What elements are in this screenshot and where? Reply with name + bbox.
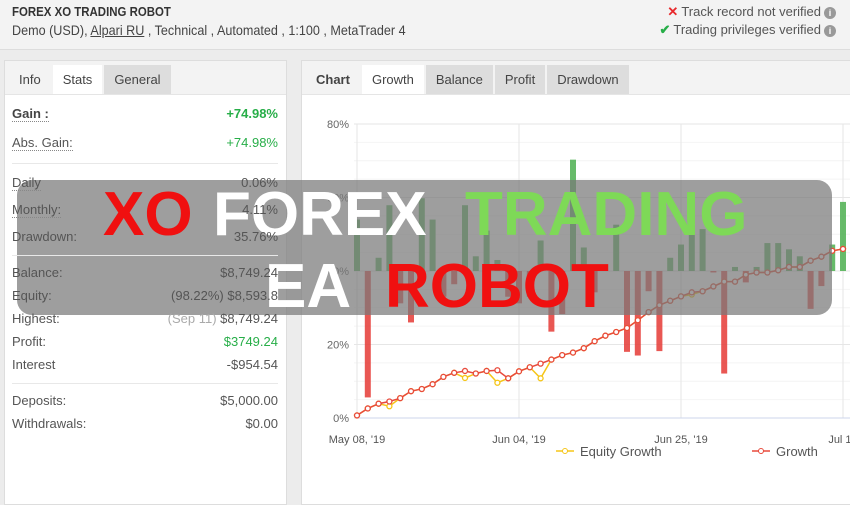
divider <box>12 163 278 164</box>
profit-value: $3749.24 <box>223 334 278 349</box>
stat-highest: Highest: (Sep 11) $8,749.24 <box>12 311 278 326</box>
drawdown-value: 35.76% <box>233 229 278 244</box>
track-record-text: Track record not verified <box>681 4 821 19</box>
account-type: Demo (USD), <box>12 22 91 38</box>
monthly-label[interactable]: Monthly: <box>12 202 62 218</box>
drawdown-label: Drawdown: <box>12 229 78 244</box>
stat-drawdown: Drawdown: 35.76% <box>12 229 278 244</box>
stat-deposits: Deposits: $5,000.00 <box>12 393 278 408</box>
abs-gain-value: +74.98% <box>226 135 278 150</box>
tab-profit[interactable]: Profit <box>494 65 546 94</box>
check-icon: ✔ <box>659 22 671 37</box>
gain-label[interactable]: Gain : <box>12 106 49 122</box>
banner-word-robot: ROBOT <box>385 252 609 321</box>
cross-icon: ✕ <box>667 4 679 19</box>
balance-value: $8,749.24 <box>220 265 278 280</box>
abs-gain-label[interactable]: Abs. Gain: <box>12 135 73 151</box>
tab-stats[interactable]: Stats <box>52 65 103 94</box>
stat-withdrawals: Withdrawals: $0.00 <box>12 416 278 431</box>
info-icon[interactable]: i <box>824 25 836 37</box>
highest-date: (Sep 11) <box>167 311 217 326</box>
profit-label: Profit: <box>12 334 46 349</box>
account-header: FOREX XO TRADING ROBOT Demo (USD), Alpar… <box>0 0 850 50</box>
stats-tabs: Info Stats General <box>5 61 286 95</box>
interest-value: -$954.54 <box>226 357 278 372</box>
banner-word-trading: TRADING <box>465 180 748 249</box>
tab-info[interactable]: Info <box>9 65 51 94</box>
tab-balance[interactable]: Balance <box>425 65 493 94</box>
stat-abs-gain: Abs. Gain: +74.98% <box>12 135 278 151</box>
trading-privileges-status: ✔ Trading privileges verified i <box>659 22 836 38</box>
daily-label[interactable]: Daily <box>12 175 41 191</box>
balance-label: Balance: <box>12 265 63 280</box>
account-subtitle: Demo (USD), Alpari RU , Technical , Auto… <box>12 22 406 38</box>
equity-value: $8,593.8 <box>227 288 278 303</box>
highest-value: $8,749.24 <box>220 311 278 326</box>
tab-general[interactable]: General <box>104 65 171 94</box>
stat-balance: Balance: $8,749.24 <box>12 265 278 280</box>
equity-percent: (98.22%) <box>171 288 224 303</box>
stat-profit: Profit: $3749.24 <box>12 334 278 349</box>
divider <box>12 255 278 256</box>
trading-privileges-text: Trading privileges verified <box>673 22 821 37</box>
tab-growth[interactable]: Growth <box>361 65 424 94</box>
track-record-status: ✕ Track record not verified i <box>667 4 836 20</box>
deposits-label: Deposits: <box>12 393 67 408</box>
stat-interest: Interest -$954.54 <box>12 357 278 372</box>
stat-equity: Equity: (98.22%) $8,593.8 <box>12 288 278 303</box>
stat-daily: Daily 0.06% <box>12 175 278 191</box>
stat-monthly: Monthly: 4.11% <box>12 202 278 218</box>
divider <box>12 383 278 384</box>
stat-gain: Gain : +74.98% <box>12 106 278 122</box>
account-details: , Technical , Automated , 1:100 , MetaTr… <box>144 22 406 38</box>
tab-chart[interactable]: Chart <box>306 65 360 94</box>
gain-value: +74.98% <box>226 106 278 121</box>
broker-link[interactable]: Alpari RU <box>90 22 144 38</box>
monthly-value: 4.11% <box>242 202 278 217</box>
withdrawals-value: $0.00 <box>245 416 278 431</box>
equity-label: Equity: <box>12 288 52 303</box>
page-title: FOREX XO TRADING ROBOT <box>12 4 171 19</box>
deposits-value: $5,000.00 <box>220 393 278 408</box>
withdrawals-label: Withdrawals: <box>12 416 87 431</box>
highest-label: Highest: <box>12 311 60 326</box>
tab-drawdown[interactable]: Drawdown <box>547 65 629 94</box>
interest-label: Interest <box>12 357 56 372</box>
info-icon[interactable]: i <box>824 7 836 19</box>
chart-tabs: Chart Growth Balance Profit Drawdown <box>302 61 850 95</box>
daily-value: 0.06% <box>241 175 278 190</box>
